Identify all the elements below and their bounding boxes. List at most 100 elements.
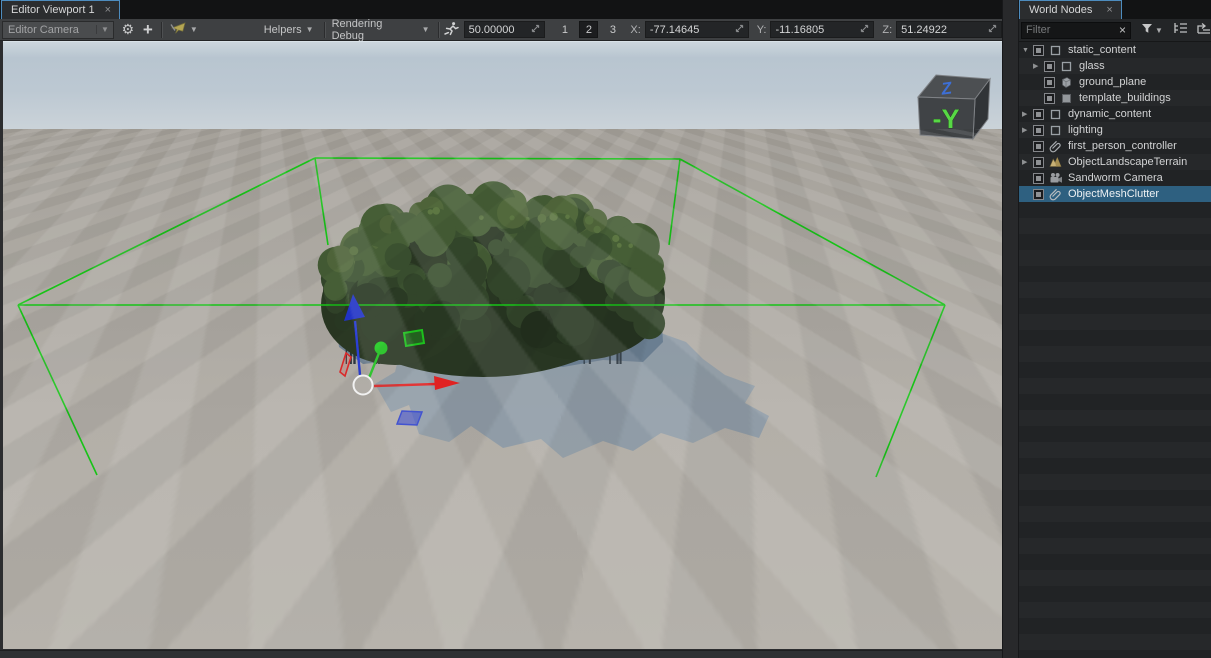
camera-x-field[interactable]: -77.14645 xyxy=(645,21,749,38)
node-label: glass xyxy=(1079,60,1105,72)
speed-preset-1-button[interactable]: 1 xyxy=(555,21,574,38)
dummy-node-icon xyxy=(1049,108,1063,121)
tree-row-lighting[interactable]: lighting xyxy=(1019,122,1211,138)
camera-speed-button[interactable] xyxy=(444,21,460,39)
world-nodes-tabbar: World Nodes × xyxy=(1019,0,1211,19)
expander-icon[interactable] xyxy=(1022,126,1033,134)
helpers-label: Helpers xyxy=(264,24,302,36)
node-enabled-checkbox[interactable] xyxy=(1044,77,1055,88)
tree-row-sandworm-camera[interactable]: Sandworm Camera xyxy=(1019,170,1211,186)
chevron-down-icon: ▼ xyxy=(96,25,113,34)
viewport-settings-button[interactable]: ⚙ xyxy=(120,21,136,39)
expander-icon[interactable] xyxy=(1022,158,1033,166)
node-enabled-checkbox[interactable] xyxy=(1033,189,1044,200)
speed-preset-2-button[interactable]: 2 xyxy=(579,21,598,38)
helpers-menu[interactable]: Helpers ▼ xyxy=(264,24,314,36)
collapse-hierarchy-button[interactable] xyxy=(1171,21,1190,39)
node-enabled-checkbox[interactable] xyxy=(1033,45,1044,56)
camera-icon xyxy=(1049,172,1063,185)
dummy-node-icon xyxy=(1049,44,1063,57)
filter-options-button[interactable]: ▼ xyxy=(1139,21,1165,39)
running-man-icon xyxy=(444,21,459,39)
node-filter-bar: × ▼ xyxy=(1019,19,1211,42)
tree-row-objectmeshclutter[interactable]: ObjectMeshClutter xyxy=(1019,186,1211,202)
gizmo-plane-xy-handle[interactable] xyxy=(397,411,422,425)
separator xyxy=(438,22,439,38)
rendering-debug-menu[interactable]: Rendering Debug ▼ xyxy=(332,18,430,42)
chevron-down-icon: ▼ xyxy=(306,25,314,34)
camera-x-value: -77.14645 xyxy=(650,24,700,36)
tree-row-static-content[interactable]: static_content xyxy=(1019,42,1211,58)
camera-z-value: 51.24922 xyxy=(901,24,947,36)
tab-title: World Nodes xyxy=(1029,4,1092,16)
expander-icon[interactable] xyxy=(1033,62,1044,70)
camera-y-field[interactable]: -11.16805 xyxy=(770,21,874,38)
drag-spinner-icon[interactable] xyxy=(735,24,744,36)
drag-spinner-icon[interactable] xyxy=(860,24,869,36)
clear-filter-icon[interactable]: × xyxy=(1119,24,1126,36)
node-enabled-checkbox[interactable] xyxy=(1044,93,1055,104)
filter-input-box[interactable]: × xyxy=(1021,22,1131,39)
chevron-down-icon: ▼ xyxy=(1155,26,1163,35)
navigation-cube[interactable]: Z -Y xyxy=(918,75,990,139)
editor-window: Editor Viewport 1 × Editor Camera ▼ ⚙ + … xyxy=(0,0,1211,658)
camera-flight-mode-button[interactable]: ▼ xyxy=(169,21,198,39)
node-reference-icon xyxy=(1049,140,1063,153)
node-hierarchy-tree[interactable]: static_content glass ground_plane templa… xyxy=(1019,42,1211,658)
node-label: static_content xyxy=(1068,44,1136,56)
node-label: Sandworm Camera xyxy=(1068,172,1163,184)
tab-editor-viewport-1[interactable]: Editor Viewport 1 × xyxy=(1,0,120,19)
tree-row-glass[interactable]: glass xyxy=(1019,58,1211,74)
expander-icon[interactable] xyxy=(1022,110,1033,118)
node-enabled-checkbox[interactable] xyxy=(1033,125,1044,136)
camera-selector-dropdown[interactable]: Editor Camera ▼ xyxy=(2,21,114,39)
separator xyxy=(324,22,325,38)
viewport-canvas[interactable]: Z -Y xyxy=(3,41,1002,649)
plus-icon: + xyxy=(143,20,153,40)
tree-row-ground-plane[interactable]: ground_plane xyxy=(1019,74,1211,90)
node-reference-icon xyxy=(1049,188,1063,201)
node-enabled-checkbox[interactable] xyxy=(1033,173,1044,184)
node-enabled-checkbox[interactable] xyxy=(1033,109,1044,120)
expand-hierarchy-button[interactable] xyxy=(1194,21,1211,39)
drag-spinner-icon[interactable] xyxy=(531,24,540,36)
tree-row-objectlandscapeterrain[interactable]: ObjectLandscapeTerrain xyxy=(1019,154,1211,170)
panel-splitter[interactable] xyxy=(1002,0,1019,658)
tab-world-nodes[interactable]: World Nodes × xyxy=(1019,0,1122,19)
filter-input[interactable] xyxy=(1026,24,1119,36)
close-icon[interactable]: × xyxy=(1106,4,1112,16)
collapse-all-icon xyxy=(1173,21,1188,39)
x-axis-label: X: xyxy=(630,24,640,36)
separator xyxy=(161,22,162,38)
chevron-down-icon: ▼ xyxy=(422,25,430,34)
close-icon[interactable]: × xyxy=(105,5,111,16)
cube-front-axis-label: -Y xyxy=(933,104,960,134)
speed-preset-3-button[interactable]: 3 xyxy=(603,21,622,38)
gizmo-origin-handle[interactable] xyxy=(354,376,373,395)
node-label: lighting xyxy=(1068,124,1103,136)
expand-all-icon xyxy=(1196,21,1211,39)
rendering-debug-label: Rendering Debug xyxy=(332,18,418,42)
node-enabled-checkbox[interactable] xyxy=(1033,141,1044,152)
camera-speed-field[interactable]: 50.00000 xyxy=(464,21,546,38)
tree-row-dynamic-content[interactable]: dynamic_content xyxy=(1019,106,1211,122)
tree-row-template-buildings[interactable]: template_buildings xyxy=(1019,90,1211,106)
node-label: ObjectMeshClutter xyxy=(1068,188,1159,200)
tree-row-first-person-controller[interactable]: first_person_controller xyxy=(1019,138,1211,154)
camera-y-value: -11.16805 xyxy=(775,24,824,36)
drag-spinner-icon[interactable] xyxy=(988,24,997,36)
add-viewport-button[interactable]: + xyxy=(140,21,156,39)
camera-z-field[interactable]: 51.24922 xyxy=(896,21,1002,38)
node-enabled-checkbox[interactable] xyxy=(1044,61,1055,72)
node-label: ground_plane xyxy=(1079,76,1146,88)
gear-icon: ⚙ xyxy=(122,21,135,38)
expander-icon[interactable] xyxy=(1022,47,1033,54)
node-label: ObjectLandscapeTerrain xyxy=(1068,156,1187,168)
mesh-icon xyxy=(1060,76,1074,89)
gizmo-plane-xz-handle[interactable] xyxy=(404,330,424,346)
node-enabled-checkbox[interactable] xyxy=(1033,157,1044,168)
y-axis-label: Y: xyxy=(757,24,767,36)
scene-overlay: Z -Y xyxy=(3,42,1002,649)
node-label: dynamic_content xyxy=(1068,108,1151,120)
gizmo-plane-yz-handle[interactable] xyxy=(340,353,351,376)
